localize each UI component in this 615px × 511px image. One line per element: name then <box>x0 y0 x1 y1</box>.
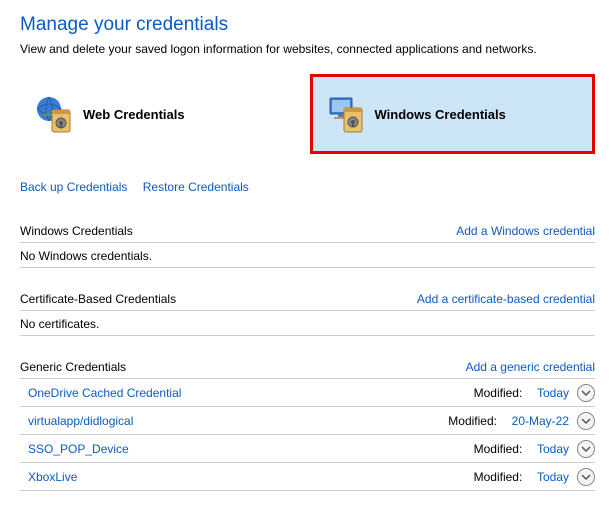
credential-row[interactable]: XboxLive Modified: Today <box>20 463 595 491</box>
tab-web-credentials[interactable]: Web Credentials <box>20 74 302 154</box>
chevron-down-icon[interactable] <box>577 440 595 458</box>
tab-windows-credentials[interactable]: Windows Credentials <box>310 74 596 154</box>
restore-credentials-link[interactable]: Restore Credentials <box>143 180 249 194</box>
chevron-down-icon[interactable] <box>577 384 595 402</box>
modified-label: Modified: <box>474 386 529 400</box>
section-title-generic: Generic Credentials <box>20 360 126 374</box>
backup-credentials-link[interactable]: Back up Credentials <box>20 180 127 194</box>
page-title: Manage your credentials <box>20 14 595 36</box>
web-credentials-icon <box>33 93 75 135</box>
credential-meta: Modified: Today <box>474 384 595 402</box>
credential-name[interactable]: virtualapp/didlogical <box>28 414 133 428</box>
add-certificate-credential-link[interactable]: Add a certificate-based credential <box>417 292 595 306</box>
section-title-windows: Windows Credentials <box>20 224 133 238</box>
credential-name[interactable]: SSO_POP_Device <box>28 442 129 456</box>
modified-value: Today <box>537 470 569 484</box>
modified-label: Modified: <box>474 442 529 456</box>
credential-row[interactable]: OneDrive Cached Credential Modified: Toda… <box>20 379 595 407</box>
credential-name[interactable]: XboxLive <box>28 470 77 484</box>
modified-label: Modified: <box>448 414 503 428</box>
section-header-generic: Generic Credentials Add a generic creden… <box>20 354 595 379</box>
credential-name[interactable]: OneDrive Cached Credential <box>28 386 181 400</box>
modified-value: Today <box>537 442 569 456</box>
chevron-down-icon[interactable] <box>577 412 595 430</box>
modified-label: Modified: <box>474 470 529 484</box>
modified-value: Today <box>537 386 569 400</box>
page-subtitle: View and delete your saved logon informa… <box>20 42 595 56</box>
tab-web-label: Web Credentials <box>83 107 185 122</box>
credential-meta: Modified: Today <box>474 440 595 458</box>
modified-value: 20-May-22 <box>512 414 569 428</box>
credential-tabs: Web Credentials Windows Credentials <box>20 74 595 154</box>
credential-meta: Modified: 20-May-22 <box>448 412 595 430</box>
tab-windows-label: Windows Credentials <box>375 107 506 122</box>
chevron-down-icon[interactable] <box>577 468 595 486</box>
section-header-windows: Windows Credentials Add a Windows creden… <box>20 218 595 243</box>
section-header-certificate: Certificate-Based Credentials Add a cert… <box>20 286 595 311</box>
windows-credentials-icon <box>325 93 367 135</box>
windows-empty-text: No Windows credentials. <box>20 243 595 268</box>
credential-meta: Modified: Today <box>474 468 595 486</box>
certificate-empty-text: No certificates. <box>20 311 595 336</box>
add-generic-credential-link[interactable]: Add a generic credential <box>466 360 595 374</box>
credential-links: Back up Credentials Restore Credentials <box>20 180 595 194</box>
credential-row[interactable]: SSO_POP_Device Modified: Today <box>20 435 595 463</box>
generic-credential-list: OneDrive Cached Credential Modified: Toda… <box>20 379 595 491</box>
add-windows-credential-link[interactable]: Add a Windows credential <box>456 224 595 238</box>
section-title-certificate: Certificate-Based Credentials <box>20 292 176 306</box>
credential-row[interactable]: virtualapp/didlogical Modified: 20-May-22 <box>20 407 595 435</box>
